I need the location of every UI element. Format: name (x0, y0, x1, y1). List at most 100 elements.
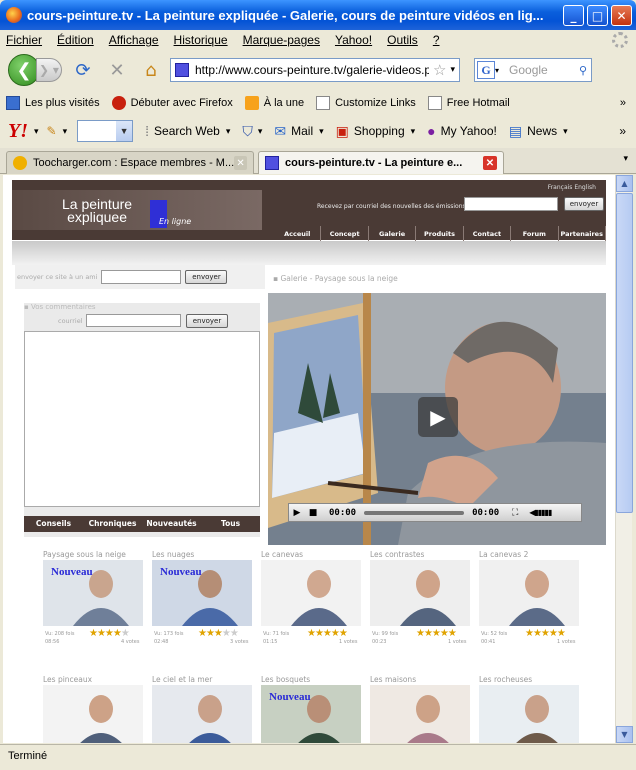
yahoo-menu-dropdown-icon[interactable]: ▾ (34, 126, 39, 137)
tab-list-dropdown-icon[interactable]: ▾ (623, 154, 628, 164)
chevron-down-icon[interactable]: ▾ (411, 126, 416, 137)
gallery-thumbnail[interactable] (479, 685, 579, 743)
bookmark-headlines[interactable]: À la une (244, 95, 304, 110)
tab-close-icon[interactable]: ✕ (483, 156, 497, 170)
star-rating[interactable]: ★★★★★ (525, 628, 566, 639)
gallery-item-title[interactable]: La canevas 2 (479, 550, 528, 559)
pencil-dropdown-icon[interactable]: ▾ (63, 126, 68, 137)
menu-help[interactable]: ? (433, 33, 440, 47)
menu-affichage[interactable]: Affichage (109, 33, 159, 47)
gallery-thumbnail[interactable] (370, 685, 470, 743)
overflow-chevron-icon[interactable]: » (620, 97, 626, 109)
star-rating[interactable]: ★★★★★ (416, 628, 457, 639)
gallery-item[interactable]: Les pinceaux (43, 675, 147, 743)
gallery-thumbnail[interactable]: Nouveau (152, 560, 252, 626)
comment-submit-button[interactable]: envoyer (186, 314, 228, 328)
tab-nouveautes[interactable]: Nouveautés (142, 516, 201, 532)
nav-forum[interactable]: Forum (511, 226, 559, 242)
star-rating[interactable]: ★★★★★ (198, 628, 239, 639)
nav-concept[interactable]: Concept (321, 226, 369, 242)
search-web-button[interactable]: ⁞ Search Web ▾ (145, 123, 230, 139)
bookmark-most-visited[interactable]: Les plus visités (6, 95, 100, 110)
chevron-down-icon[interactable]: ▾ (319, 126, 324, 137)
seek-bar[interactable] (364, 510, 465, 515)
tab-conseils[interactable]: Conseils (24, 516, 83, 532)
gallery-item-title[interactable]: Les rocheuses (479, 675, 532, 684)
shopping-button[interactable]: ▣ Shopping ▾ (336, 123, 415, 140)
close-button[interactable]: ✕ (611, 5, 632, 26)
scroll-up-arrow-icon[interactable]: ▲ (616, 175, 633, 192)
gallery-item-title[interactable]: Les bosquets (261, 675, 310, 684)
newsletter-submit-button[interactable]: envoyer (564, 197, 604, 211)
menu-yahoo[interactable]: Yahoo! (335, 33, 372, 47)
stop-icon[interactable]: ✕ (104, 57, 130, 83)
gallery-item-title[interactable]: Les maisons (370, 675, 416, 684)
url-bar[interactable]: http://www.cours-peinture.tv/galerie-vid… (170, 58, 460, 82)
gallery-thumbnail[interactable] (479, 560, 579, 626)
gallery-item[interactable]: Les maisons (370, 675, 474, 743)
share-submit-button[interactable]: envoyer (185, 270, 228, 284)
nav-partenaires[interactable]: Partenaires (559, 226, 606, 242)
stop-icon[interactable]: ■ (305, 508, 321, 518)
gallery-item-title[interactable]: Le canevas (261, 550, 303, 559)
yahoo-logo-icon[interactable]: Y! (8, 120, 28, 143)
google-icon[interactable]: G (477, 61, 495, 79)
overflow-chevron-icon[interactable]: » (619, 124, 626, 138)
bookmark-getting-started[interactable]: Débuter avec Firefox (111, 95, 233, 110)
search-box[interactable]: G ▾ Google ⚲ (474, 58, 592, 82)
gallery-item[interactable]: Le ciel et la mer (152, 675, 256, 743)
site-logo[interactable] (12, 190, 262, 230)
gallery-item[interactable]: La canevas 2 Vu: 52 fois 00:41 ★★★★★ 1 votes (479, 550, 583, 650)
menu-outils[interactable]: Outils (387, 33, 418, 47)
friend-email-input[interactable] (101, 270, 182, 284)
url-dropdown-icon[interactable]: ▾ (450, 65, 455, 75)
gallery-item[interactable]: Le canevas Vu: 71 fois 01:15 ★★★★★ 1 votes (261, 550, 365, 650)
chevron-down-icon[interactable]: ▾ (563, 126, 568, 137)
tab-tous[interactable]: Tous (201, 516, 260, 532)
tab-cours-peinture[interactable]: cours-peinture.tv - La peinture e... ✕ (258, 151, 504, 174)
comment-email-input[interactable] (86, 314, 181, 327)
vertical-scrollbar[interactable]: ▲ ▼ (615, 175, 633, 743)
star-rating[interactable]: ★★★★★ (89, 628, 130, 639)
gallery-thumbnail[interactable] (43, 685, 143, 743)
play-icon[interactable]: ▶ (289, 508, 305, 518)
bookmark-star-icon[interactable]: ☆ (433, 61, 446, 79)
gallery-thumbnail[interactable] (370, 560, 470, 626)
gallery-item-title[interactable]: Les contrastes (370, 550, 424, 559)
play-overlay-button[interactable]: ▶ (418, 397, 458, 437)
nav-galerie[interactable]: Galerie (369, 226, 417, 242)
search-icon[interactable]: ⚲ (579, 64, 587, 77)
nav-acceuil[interactable]: Acceuil (274, 226, 322, 242)
gallery-item[interactable]: Les contrastes Vu: 99 fois 00:23 ★★★★★ 1 vot… (370, 550, 474, 650)
chevron-down-icon[interactable]: ▾ (226, 126, 231, 137)
maximize-button[interactable]: □ (587, 5, 608, 26)
menu-fichier[interactable]: Fichier (6, 33, 42, 47)
scroll-down-arrow-icon[interactable]: ▼ (616, 726, 633, 743)
fullscreen-icon[interactable]: ⛶ (507, 508, 523, 518)
forward-button[interactable]: ❯ ▾ (36, 58, 62, 82)
reload-icon[interactable]: ⟳ (70, 57, 96, 83)
gallery-thumbnail[interactable] (261, 560, 361, 626)
language-links[interactable]: Français English (548, 184, 596, 191)
mail-button[interactable]: ✉ Mail ▾ (274, 123, 323, 140)
volume-icon[interactable]: ◀▮▮▮▮▮ (529, 508, 552, 517)
nav-produits[interactable]: Produits (416, 226, 464, 242)
comment-textarea[interactable] (24, 331, 260, 507)
minimize-button[interactable]: _ (563, 5, 584, 26)
gallery-item-title[interactable]: Paysage sous la neige (43, 550, 126, 559)
gallery-item-title[interactable]: Les nuages (152, 550, 194, 559)
gallery-item-title[interactable]: Les pinceaux (43, 675, 92, 684)
gallery-item[interactable]: Les rocheuses (479, 675, 583, 743)
engine-dropdown-icon[interactable]: ▾ (495, 66, 499, 75)
gallery-thumbnail[interactable]: Nouveau (261, 685, 361, 743)
bookmark-free-hotmail[interactable]: Free Hotmail (427, 95, 510, 110)
gallery-item[interactable]: Paysage sous la neige Nouveau Vu: 208 fois… (43, 550, 147, 650)
gallery-thumbnail[interactable]: Nouveau (43, 560, 143, 626)
video-player[interactable]: ▶ ▶ ■ 00:00 00:00 ⛶ ◀▮▮▮▮▮ (268, 293, 606, 545)
gallery-thumbnail[interactable] (152, 685, 252, 743)
tab-close-icon[interactable]: ✕ (234, 156, 247, 170)
home-icon[interactable]: ⌂ (138, 57, 164, 83)
news-button[interactable]: ▤ News ▾ (509, 123, 568, 140)
gallery-item-title[interactable]: Le ciel et la mer (152, 675, 212, 684)
menu-historique[interactable]: Historique (174, 33, 228, 47)
